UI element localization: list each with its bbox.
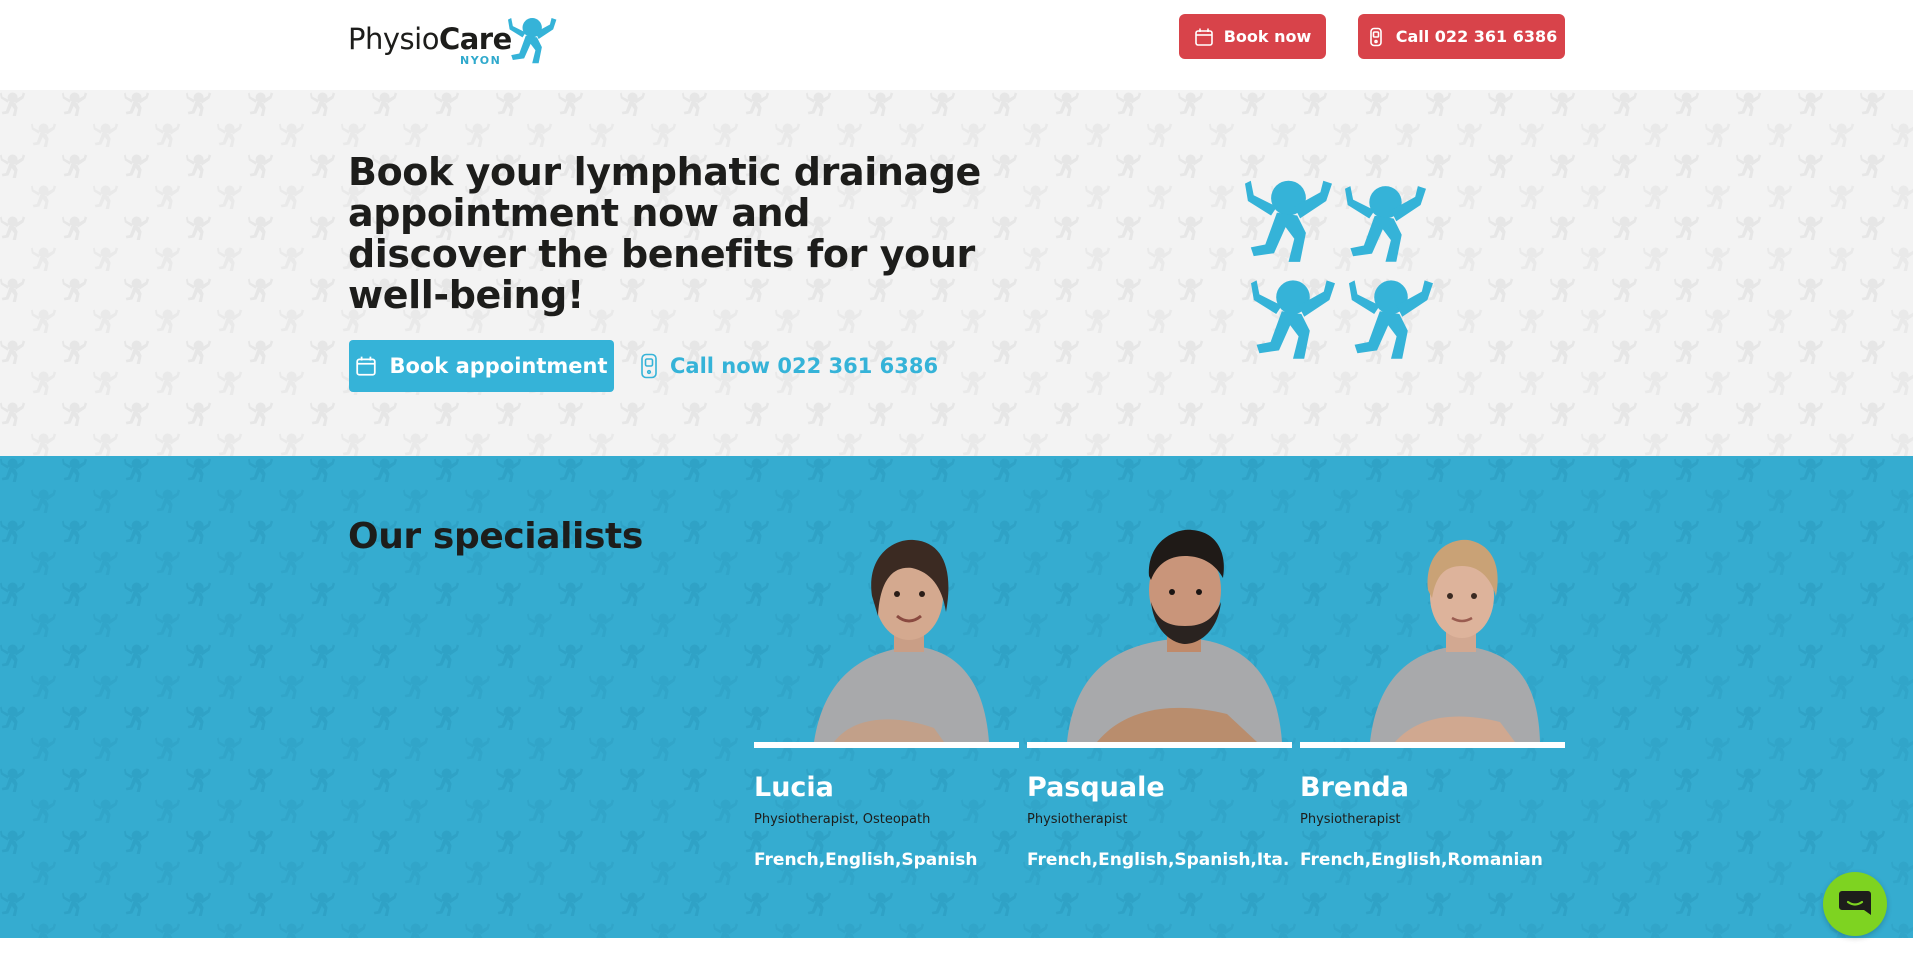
portrait-image — [1370, 539, 1540, 742]
specialist-name: Pasquale — [1027, 772, 1165, 803]
logo-text-light: Physio — [348, 22, 439, 56]
book-now-button[interactable]: Book now — [1179, 14, 1326, 59]
book-appointment-button[interactable]: Book appointment — [349, 340, 614, 392]
specialists-section: Our specialists Lucia Physiotherapist, O… — [0, 456, 1913, 938]
phone-icon — [641, 353, 657, 379]
physiocare-logo[interactable]: PhysioCare NYON — [348, 10, 558, 72]
portrait-image — [814, 539, 989, 742]
specialist-photo — [754, 516, 1019, 748]
specialist-role: Physiotherapist, Osteopath — [754, 812, 931, 827]
hero-title: Book your lymphatic drainage appointment… — [348, 152, 988, 316]
call-now-label: Call now 022 361 6386 — [670, 354, 939, 378]
specialist-photo — [1027, 516, 1292, 748]
specialist-card-brenda[interactable]: Brenda Physiotherapist French,English,Ro… — [1300, 516, 1565, 876]
hero-section: Book your lymphatic drainage appointment… — [0, 90, 1913, 456]
book-appointment-label: Book appointment — [389, 354, 608, 378]
specialist-languages: French,English,Spanish — [754, 850, 978, 870]
call-button[interactable]: Call 022 361 6386 — [1358, 14, 1565, 59]
specialist-languages: French,English,Spanish,Ita. — [1027, 850, 1290, 870]
specialist-languages: French,English,Romanian — [1300, 850, 1543, 870]
calendar-icon — [1194, 28, 1213, 46]
calendar-icon — [356, 356, 377, 376]
specialist-role: Physiotherapist — [1300, 812, 1401, 827]
chat-bubble-icon — [1839, 891, 1871, 915]
book-now-label: Book now — [1223, 27, 1312, 46]
call-label: Call 022 361 6386 — [1395, 27, 1558, 46]
call-now-link[interactable]: Call now 022 361 6386 — [640, 340, 938, 392]
logo-text: PhysioCare — [348, 22, 512, 56]
mascot-icon — [508, 18, 557, 64]
chat-widget-button[interactable] — [1823, 872, 1887, 936]
specialist-name: Lucia — [754, 772, 834, 803]
mascot-group-illustration — [1245, 180, 1433, 359]
logo-text-bold: Care — [438, 22, 512, 56]
specialist-role: Physiotherapist — [1027, 812, 1128, 827]
portrait-image — [1067, 529, 1282, 742]
specialist-name: Brenda — [1300, 772, 1409, 803]
site-header: PhysioCare NYON Book now Call 022 361 63… — [0, 0, 1913, 90]
logo-subtitle: NYON — [460, 54, 502, 67]
specialist-photo — [1300, 516, 1565, 748]
footer-strip — [0, 938, 1913, 965]
specialists-title: Our specialists — [348, 516, 643, 557]
phone-icon — [1369, 27, 1382, 46]
specialist-card-lucia[interactable]: Lucia Physiotherapist, Osteopath French,… — [754, 516, 1019, 876]
specialist-card-pasquale[interactable]: Pasquale Physiotherapist French,English,… — [1027, 516, 1292, 876]
